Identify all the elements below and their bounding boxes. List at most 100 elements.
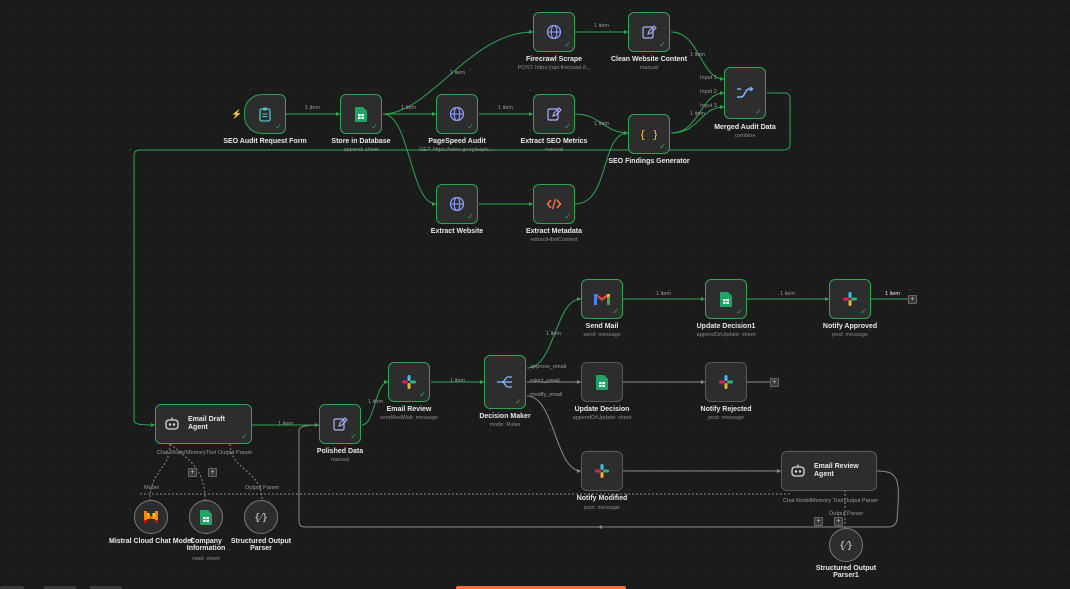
node-seo-findings-generator[interactable]: { } ✓: [628, 114, 670, 154]
node-label: Extract Website: [430, 228, 484, 235]
node-company-information[interactable]: [189, 500, 223, 534]
node-label: Decision Maker: [479, 413, 531, 420]
code-icon: [546, 198, 562, 210]
node-seo-audit-request-form[interactable]: ✓: [244, 94, 286, 134]
edit-icon: [642, 25, 657, 39]
node-notify-rejected[interactable]: [705, 362, 747, 402]
node-extract-website[interactable]: ✓: [436, 184, 478, 224]
merge-input-1-label: Input 1: [700, 75, 717, 81]
svg-text:{⁄}: {⁄}: [254, 513, 268, 524]
output-parser-port-label: Output Parser: [245, 485, 280, 491]
node-sublabel: extractHtmlContent: [530, 237, 578, 243]
node-label: Email Draft Agent: [188, 416, 225, 431]
node-extract-seo-metrics[interactable]: ✓: [533, 94, 575, 134]
add-memory-button[interactable]: +: [188, 468, 197, 477]
node-sublabel: GET: https://www.googleapis....: [418, 147, 496, 153]
google-sheets-icon: [200, 509, 212, 525]
node-label: Notify Approved: [822, 323, 878, 330]
node-label: SEO Findings Generator: [608, 158, 690, 165]
add-tool-button[interactable]: +: [208, 468, 217, 477]
node-label: Email Review Agent: [814, 463, 859, 478]
merge-icon: [737, 86, 754, 98]
node-polished-data[interactable]: ✓: [319, 404, 361, 444]
output-parser-port-label: Output Parser: [829, 511, 864, 517]
edge-label: 1 item: [594, 121, 609, 127]
switch-icon: [497, 376, 512, 388]
slack-icon: [595, 464, 609, 478]
node-store-in-database[interactable]: ✓: [340, 94, 382, 134]
edge-label: 1 item: [690, 111, 705, 117]
braces-icon: {⁄}: [254, 513, 268, 524]
node-email-review-agent[interactable]: Email Review Agent: [781, 451, 877, 491]
node-label: Polished Data: [316, 448, 364, 455]
edge-label: 1 item: [450, 70, 465, 76]
node-label: Structured Output Parser: [230, 538, 292, 552]
node-label: Email Review: [386, 406, 432, 413]
node-label: Notify Modified: [576, 495, 628, 502]
node-update-decision[interactable]: [581, 362, 623, 402]
node-sublabel: manual: [330, 457, 350, 463]
node-sublabel: appendOrUpdate: sheet: [572, 415, 632, 421]
success-check-icon: ✓: [612, 307, 619, 316]
edge-label: 1 item: [450, 378, 465, 384]
node-label: Notify Rejected: [700, 406, 752, 413]
memory-port-label: Memory: [811, 498, 831, 504]
node-sublabel: sendAndWait: message: [380, 415, 438, 421]
node-notify-modified[interactable]: [581, 451, 623, 491]
node-structured-output-parser[interactable]: {⁄}: [244, 500, 278, 534]
output-parser-port-label: Output Parser: [844, 498, 879, 504]
node-label: Firecrawl Scrape: [525, 56, 583, 63]
node-sublabel: read: sheet: [192, 556, 220, 562]
success-check-icon: ✓: [467, 122, 474, 131]
node-label: Send Mail: [585, 323, 619, 330]
success-check-icon: ✓: [467, 212, 474, 221]
node-decision-maker[interactable]: ✓: [484, 355, 526, 409]
add-node-button[interactable]: +: [908, 295, 917, 304]
success-check-icon: ✓: [755, 107, 762, 116]
google-sheets-icon: [355, 106, 367, 122]
node-extract-metadata[interactable]: ✓: [533, 184, 575, 224]
node-sublabel: manual: [639, 65, 659, 71]
chat-model-port-label: Chat Model: [157, 450, 186, 456]
node-email-review[interactable]: ✓: [388, 362, 430, 402]
node-label: Extract Metadata: [525, 228, 583, 235]
node-update-decision1[interactable]: ✓: [705, 279, 747, 319]
node-label: SEO Audit Request Form: [223, 138, 307, 145]
node-sublabel: mode: Rules: [489, 422, 521, 428]
edit-icon: [547, 107, 562, 121]
node-send-mail[interactable]: ✓: [581, 279, 623, 319]
node-label: Update Decision: [574, 406, 630, 413]
success-check-icon: ✓: [564, 40, 571, 49]
robot-icon: [165, 417, 179, 430]
clipboard-icon: [259, 107, 271, 122]
edge-label: 1 item: [305, 105, 320, 111]
node-mistral-cloud-chat-model[interactable]: [134, 500, 168, 534]
add-node-button[interactable]: +: [770, 378, 779, 387]
modify-output-label: modify_email: [530, 392, 563, 398]
globe-icon: [449, 196, 465, 212]
slack-icon: [719, 375, 733, 389]
reject-output-label: reject_email: [530, 378, 560, 384]
node-structured-output-parser1[interactable]: {⁄}: [829, 528, 863, 562]
success-check-icon: ✓: [275, 122, 282, 131]
slack-icon: [402, 375, 416, 389]
node-clean-website-content[interactable]: ✓: [628, 12, 670, 52]
add-tool-button[interactable]: +: [834, 517, 843, 526]
mistral-icon: [144, 511, 158, 523]
edge-label: 1 item: [498, 105, 513, 111]
node-email-draft-agent[interactable]: Email Draft Agent ✓: [155, 404, 252, 444]
node-merged-audit-data[interactable]: ✓: [724, 67, 766, 119]
success-check-icon: ✓: [515, 397, 522, 406]
node-firecrawl-scrape[interactable]: ✓: [533, 12, 575, 52]
node-notify-approved[interactable]: ✓: [829, 279, 871, 319]
success-check-icon: ✓: [659, 40, 666, 49]
node-sublabel: combine: [734, 133, 756, 139]
output-parser-port-label: Output Parser: [218, 450, 253, 456]
add-memory-button[interactable]: +: [814, 517, 823, 526]
node-sublabel: appendOrUpdate: sheet: [696, 332, 756, 338]
node-pagespeed-audit[interactable]: ✓: [436, 94, 478, 134]
node-label: Extract SEO Metrics: [520, 138, 588, 145]
tool-port-label: Tool: [833, 498, 844, 504]
node-sublabel: post: message: [832, 332, 868, 338]
google-sheets-icon: [720, 291, 732, 307]
